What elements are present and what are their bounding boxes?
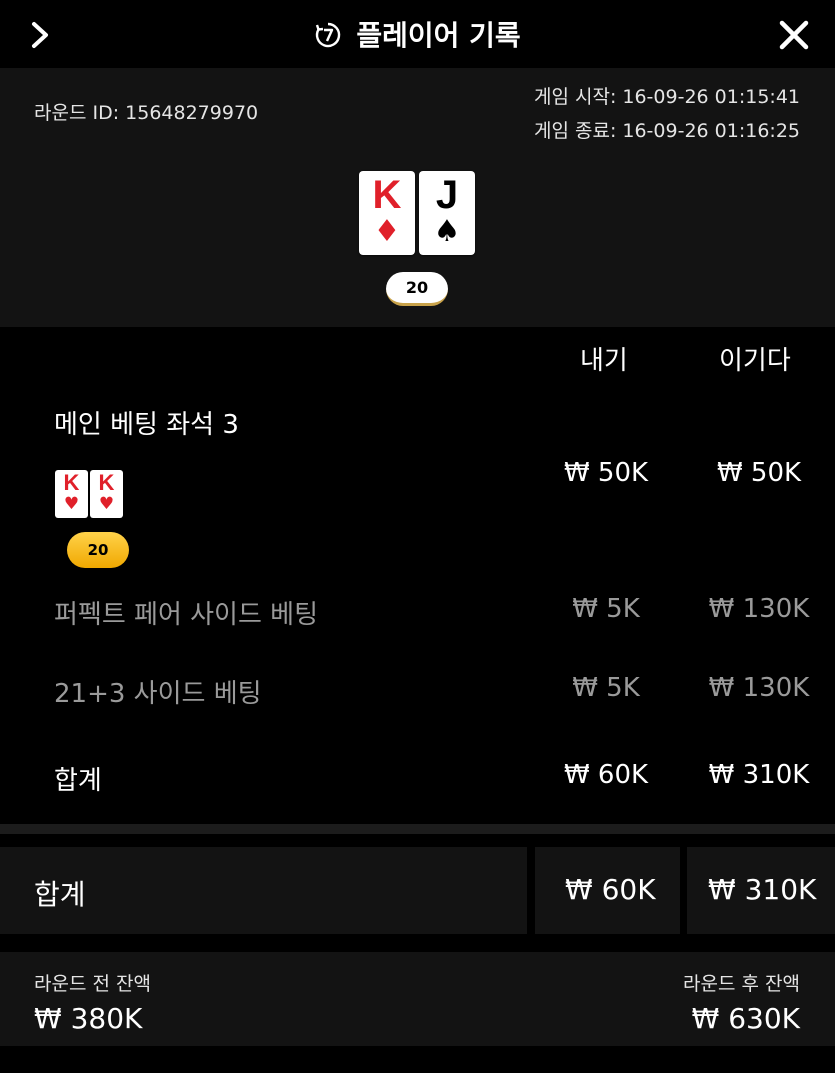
balance-before-label: 라운드 전 잔액 — [34, 973, 151, 995]
balance-after-label: 라운드 후 잔액 — [683, 973, 800, 995]
card-rank: K — [98, 470, 115, 495]
column-header-bet: 내기 — [580, 346, 628, 376]
total-label-cell: 합계 — [0, 847, 527, 934]
total-label: 합계 — [34, 878, 86, 911]
page-title-text: 플레이어 기록 — [356, 19, 521, 52]
main-win-amount: ₩ 50K — [716, 458, 802, 488]
subtotal-win: ₩ 310K — [708, 760, 810, 790]
card-rank: K — [372, 173, 402, 217]
round-id: 라운드 ID: 15648279970 — [34, 102, 259, 124]
close-button[interactable] — [776, 18, 812, 52]
total-win-cell: ₩ 310K — [687, 847, 835, 934]
game-end-time: 게임 종료: 16-09-26 01:16:25 — [533, 120, 800, 142]
subtotal-bet: ₩ 60K — [563, 760, 649, 790]
side-bet-21-3-win: ₩ 130K — [708, 673, 810, 703]
balance-panel: 라운드 전 잔액 ₩ 380K 라운드 후 잔액 ₩ 630K — [0, 952, 835, 1046]
side-bet-21-3-bet: ₩ 5K — [572, 673, 640, 703]
card-rank: K — [63, 470, 80, 495]
heart-suit-icon: ♥ — [63, 494, 80, 514]
perfect-pair-label: 퍼펙트 페어 사이드 베팅 — [54, 600, 318, 630]
header-bar: 플레이어 기록 — [0, 0, 835, 68]
spade-suit-icon: ♠ — [433, 214, 461, 249]
total-win: ₩ 310K — [708, 873, 817, 906]
history-clock-icon — [314, 21, 342, 56]
main-bet-amount: ₩ 50K — [563, 458, 649, 488]
section-divider — [0, 824, 835, 834]
player-score-badge: 20 — [67, 532, 129, 568]
balance-before-value: ₩ 380K — [34, 1002, 143, 1035]
close-icon — [779, 20, 809, 50]
column-header-win: 이기다 — [719, 346, 791, 376]
dealer-score-badge: 20 — [386, 272, 448, 306]
dealer-card-1: K ♦ — [359, 171, 415, 255]
page-title: 플레이어 기록 — [0, 14, 835, 56]
perfect-pair-bet: ₩ 5K — [572, 594, 640, 624]
round-info-panel: 라운드 ID: 15648279970 게임 시작: 16-09-26 01:1… — [0, 68, 835, 327]
main-bet-label: 메인 베팅 좌석 3 — [54, 410, 239, 440]
side-bet-21-3-label: 21+3 사이드 베팅 — [54, 679, 262, 709]
game-start-time: 게임 시작: 16-09-26 01:15:41 — [533, 86, 800, 108]
player-card-2: K ♥ — [90, 470, 123, 518]
diamond-suit-icon: ♦ — [373, 214, 401, 249]
total-bet-cell: ₩ 60K — [535, 847, 680, 934]
card-rank: J — [435, 173, 459, 217]
heart-suit-icon: ♥ — [98, 494, 115, 514]
player-card-1: K ♥ — [55, 470, 88, 518]
perfect-pair-win: ₩ 130K — [708, 594, 810, 624]
total-bet: ₩ 60K — [565, 873, 656, 906]
dealer-card-2: J ♠ — [419, 171, 475, 255]
balance-after-value: ₩ 630K — [691, 1002, 800, 1035]
subtotal-label: 합계 — [54, 766, 102, 796]
